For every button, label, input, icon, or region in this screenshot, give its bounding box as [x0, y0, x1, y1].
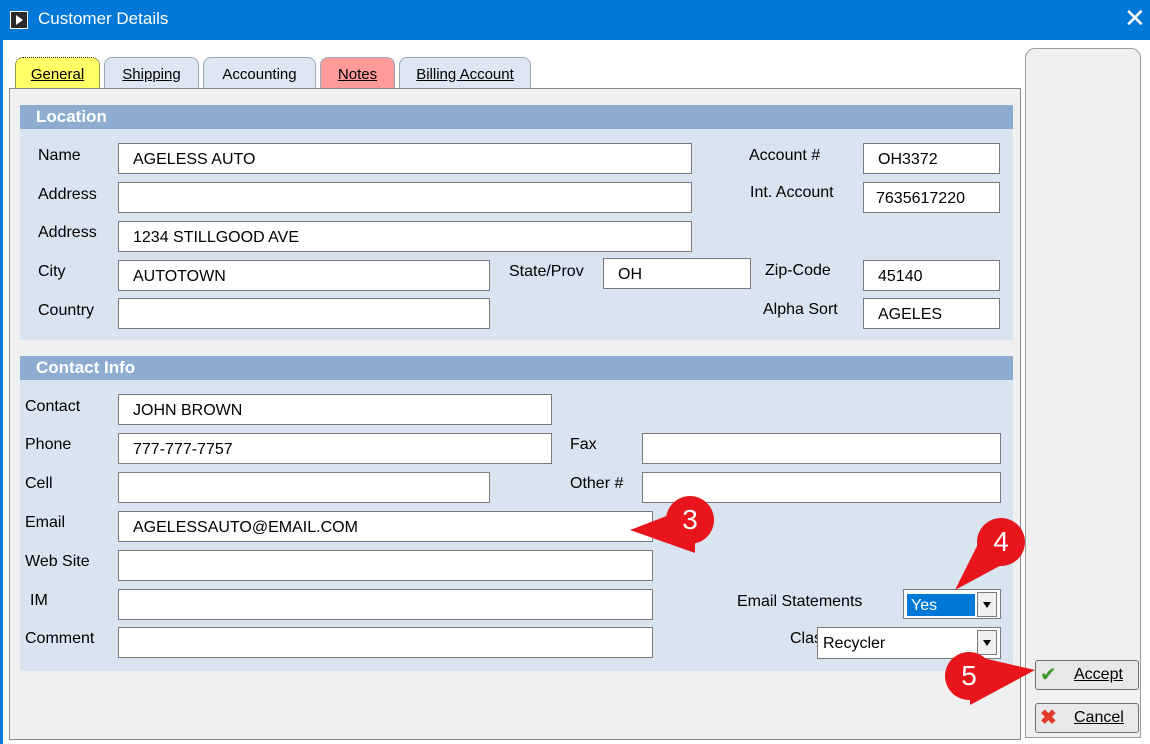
cancel-button[interactable]: ✖ Cancel: [1035, 703, 1139, 733]
window-title: Customer Details: [38, 9, 169, 28]
window-left-border: [0, 40, 3, 744]
x-icon: ✖: [1040, 707, 1057, 729]
account-label: Account #: [749, 147, 821, 164]
accept-button[interactable]: ✔ Accept: [1035, 660, 1139, 690]
callout-badge-5: 5: [945, 652, 993, 700]
tab-label: Accounting: [222, 66, 297, 83]
im-field[interactable]: [118, 589, 653, 620]
contact-header: Contact Info: [20, 356, 1013, 380]
cell-label: Cell: [25, 475, 53, 492]
email-label: Email: [25, 514, 66, 531]
tab-label: Notes: [337, 66, 378, 83]
tab-label: Billing Account: [416, 66, 514, 83]
cell-field[interactable]: [118, 472, 490, 503]
email-field[interactable]: AGELESSAUTO@EMAIL.COM: [118, 511, 653, 542]
fax-field[interactable]: [642, 433, 1001, 464]
accept-label: Accept: [1074, 666, 1123, 683]
title-bar: Customer Details ✕: [0, 0, 1150, 40]
address2-label: Address: [38, 224, 97, 241]
alpha-sort-field[interactable]: AGELES: [863, 298, 1000, 329]
im-label: IM: [30, 592, 48, 609]
name-field[interactable]: AGELESS AUTO: [118, 143, 692, 174]
zip-label: Zip-Code: [765, 262, 831, 279]
phone-label: Phone: [25, 436, 72, 453]
checkmark-icon: ✔: [1040, 664, 1057, 686]
address1-field[interactable]: [118, 182, 692, 213]
email-statements-label: Email Statements: [737, 593, 863, 610]
address2-field[interactable]: 1234 STILLGOOD AVE: [118, 221, 692, 252]
city-field[interactable]: AUTOTOWN: [118, 260, 490, 291]
tab-accounting[interactable]: Accounting: [203, 57, 316, 89]
tab-general[interactable]: General: [15, 57, 100, 89]
comment-field[interactable]: [118, 627, 653, 658]
country-field[interactable]: [118, 298, 490, 329]
state-label: State/Prov: [509, 263, 584, 280]
close-icon[interactable]: ✕: [1124, 5, 1146, 31]
location-header: Location: [20, 105, 1013, 129]
name-label: Name: [38, 147, 81, 164]
contact-label: Contact: [25, 398, 81, 415]
state-field[interactable]: OH: [603, 258, 751, 289]
button-panel: [1025, 48, 1141, 738]
tab-shipping[interactable]: Shipping: [104, 57, 199, 89]
int-account-field[interactable]: 7635617220: [863, 182, 1000, 213]
comment-label: Comment: [25, 630, 95, 647]
city-label: City: [38, 263, 66, 280]
email-statements-value: Yes: [907, 594, 975, 616]
website-label: Web Site: [25, 553, 90, 570]
tab-notes[interactable]: Notes: [320, 57, 395, 89]
app-icon: [10, 11, 28, 29]
country-label: Country: [38, 302, 95, 319]
phone-field[interactable]: 777-777-7757: [118, 433, 552, 464]
chevron-down-icon[interactable]: [977, 592, 997, 617]
tab-label: General: [30, 66, 85, 83]
address1-label: Address: [38, 186, 97, 203]
tab-billing-account[interactable]: Billing Account: [399, 57, 531, 89]
cancel-label: Cancel: [1074, 709, 1124, 726]
callout-badge-4: 4: [977, 518, 1025, 566]
zip-field[interactable]: 45140: [863, 260, 1000, 291]
alpha-sort-label: Alpha Sort: [763, 301, 838, 318]
int-account-label: Int. Account: [750, 184, 834, 201]
callout-badge-3: 3: [666, 496, 714, 544]
tab-label: Shipping: [122, 66, 181, 83]
fax-label: Fax: [570, 436, 597, 453]
contact-field[interactable]: JOHN BROWN: [118, 394, 552, 425]
account-field[interactable]: OH3372: [863, 143, 1000, 174]
other-number-label: Other #: [570, 475, 624, 492]
website-field[interactable]: [118, 550, 653, 581]
